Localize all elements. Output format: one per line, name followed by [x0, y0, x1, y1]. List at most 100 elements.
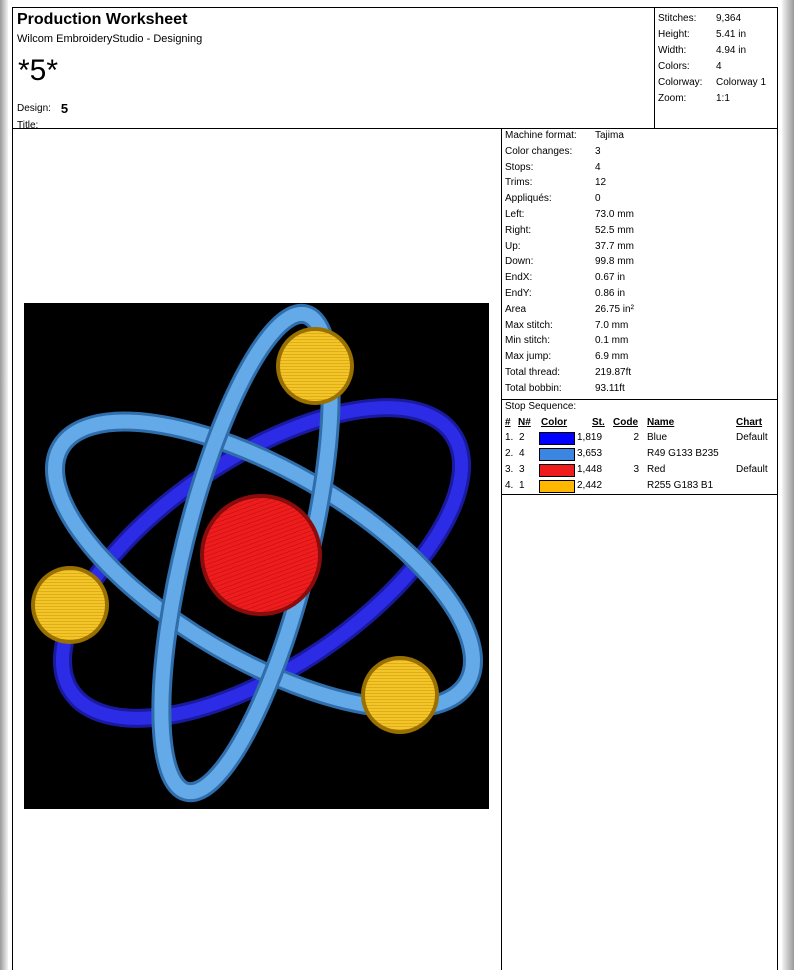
machine-info-label: Left: — [505, 208, 525, 220]
design-label: Design: — [17, 103, 51, 114]
stat-row: Colorway: Colorway 1 — [658, 75, 766, 91]
stitch-count: 1,448 — [577, 464, 603, 475]
machine-info-label: EndX: — [505, 272, 533, 284]
stitch-count: 2,442 — [577, 480, 603, 491]
column-divider — [501, 128, 502, 970]
thread-name: Red — [647, 464, 666, 475]
stat-value: 9,364 — [716, 13, 742, 24]
machine-info-row: Left: 73.0 mm — [505, 207, 634, 223]
thread-color-swatch — [539, 448, 575, 461]
machine-info-row: EndX: 0.67 in — [505, 270, 634, 286]
stop-sequence-row: 2. 4 3,653 R49 G133 B235 — [505, 448, 775, 464]
stat-value: Colorway 1 — [716, 77, 767, 88]
machine-info-label: Machine format: — [505, 130, 577, 141]
col-header-st: St. — [592, 417, 605, 428]
machine-info-row: Max stitch: 7.0 mm — [505, 318, 634, 334]
machine-info-label: Min stitch: — [505, 335, 551, 347]
design-value: 5 — [60, 101, 69, 116]
machine-info-label: EndY: — [505, 287, 532, 299]
design-preview — [24, 303, 489, 809]
thread-color-swatch — [539, 432, 575, 445]
software-name: Wilcom EmbroideryStudio - Designing — [17, 33, 203, 45]
col-header-name: Name — [647, 417, 675, 428]
machine-info-label: Area — [505, 303, 527, 315]
stat-value: 4 — [716, 61, 722, 72]
machine-info-value: 93.11ft — [595, 382, 625, 394]
machine-info-label: Color changes: — [505, 145, 573, 157]
machine-info-label: Stops: — [505, 161, 534, 173]
design-stats: Stitches: 9,364 Height: 5.41 in Width: 4.94 i… — [658, 11, 766, 107]
machine-info-label: Trims: — [505, 177, 533, 189]
stop-sequence-label: Stop Sequence: — [505, 401, 577, 412]
machine-info-label: Total thread: — [505, 366, 561, 378]
machine-info-value: 0.1 mm — [595, 335, 629, 347]
page-shadow-left — [0, 0, 8, 970]
machine-info-label: Max jump: — [505, 351, 552, 363]
machine-info-row: Min stitch: 0.1 mm — [505, 333, 634, 349]
stat-label: Height: — [658, 29, 690, 40]
stitch-count: 1,819 — [577, 432, 603, 443]
machine-info-row: Machine format: Tajima — [505, 128, 634, 144]
col-header-chart: Chart — [736, 417, 763, 428]
machine-info-row: Up: 37.7 mm — [505, 239, 634, 255]
stat-row: Width: 4.94 in — [658, 43, 766, 59]
col-header-n: N# — [518, 417, 531, 428]
stop-sequence-row: 1. 2 1,819 2 Blue Default — [505, 432, 775, 448]
stat-row: Zoom: 1:1 — [658, 91, 766, 107]
needle-num: 2 — [519, 432, 525, 443]
stop-num: 1. — [505, 432, 514, 443]
col-header-color: Color — [541, 417, 568, 428]
machine-info: Machine format: Tajima Color changes: 3 Stop… — [505, 128, 634, 397]
machine-info-row: Down: 99.8 mm — [505, 254, 634, 270]
design-field: Design: 5 — [17, 99, 69, 116]
stat-label: Zoom: — [658, 93, 687, 104]
machine-info-row: EndY: 0.86 in — [505, 286, 634, 302]
thread-chart: Default — [736, 432, 768, 443]
machine-info-row: Area 26.75 in² — [505, 302, 634, 318]
machine-info-value: 37.7 mm — [595, 240, 634, 252]
machine-info-label: Appliqués: — [505, 193, 552, 205]
stitch-count: 3,653 — [577, 448, 603, 459]
machine-info-label: Total bobbin: — [505, 382, 562, 394]
machine-info-row: Total bobbin: 93.11ft — [505, 381, 634, 397]
electron-top — [276, 327, 354, 405]
machine-info-value: 0 — [595, 193, 601, 205]
thread-color-swatch — [539, 464, 575, 477]
needle-num: 3 — [519, 464, 525, 475]
stat-row: Colors: 4 — [658, 59, 766, 75]
machine-info-label: Right: — [505, 224, 532, 236]
thread-name: R49 G133 B235 — [647, 448, 719, 459]
machine-info-value: 26.75 in² — [595, 303, 634, 315]
machine-info-label: Down: — [505, 256, 534, 268]
stop-num: 3. — [505, 464, 514, 475]
stat-label: Width: — [658, 45, 687, 56]
machine-info-label: Up: — [505, 240, 521, 252]
machine-info-label: Max stitch: — [505, 319, 553, 331]
machine-info-value: 0.67 in — [595, 272, 626, 284]
machine-info-value: 6.9 mm — [595, 351, 629, 363]
electron-left — [31, 566, 109, 644]
machine-info-row: Trims: 12 — [505, 175, 634, 191]
machine-info-value: 219.87ft — [595, 366, 632, 378]
machine-info-value: 4 — [595, 161, 601, 173]
electron-right — [361, 656, 439, 734]
stat-row: Height: 5.41 in — [658, 27, 766, 43]
col-header-num: # — [505, 417, 511, 428]
stat-label: Colorway: — [658, 77, 703, 88]
thread-color-swatch — [539, 480, 575, 493]
machine-info-value: Tajima — [595, 130, 624, 141]
thread-chart: Default — [736, 464, 768, 475]
machine-info-row: Right: 52.5 mm — [505, 223, 634, 239]
machine-info-row: Max jump: 6.9 mm — [505, 349, 634, 365]
machine-info-value: 12 — [595, 177, 607, 189]
thread-name: Blue — [647, 432, 668, 443]
machine-info-value: 52.5 mm — [595, 224, 634, 236]
stop-sequence-row: 3. 3 1,448 3 Red Default — [505, 464, 775, 480]
thread-code: 2 — [633, 432, 639, 443]
stop-num: 4. — [505, 480, 514, 491]
machine-info-value: 73.0 mm — [595, 208, 634, 220]
machine-info-row: Color changes: 3 — [505, 144, 634, 160]
stat-row: Stitches: 9,364 — [658, 11, 766, 27]
thread-name: R255 G183 B1 — [647, 480, 714, 491]
needle-num: 4 — [519, 448, 525, 459]
